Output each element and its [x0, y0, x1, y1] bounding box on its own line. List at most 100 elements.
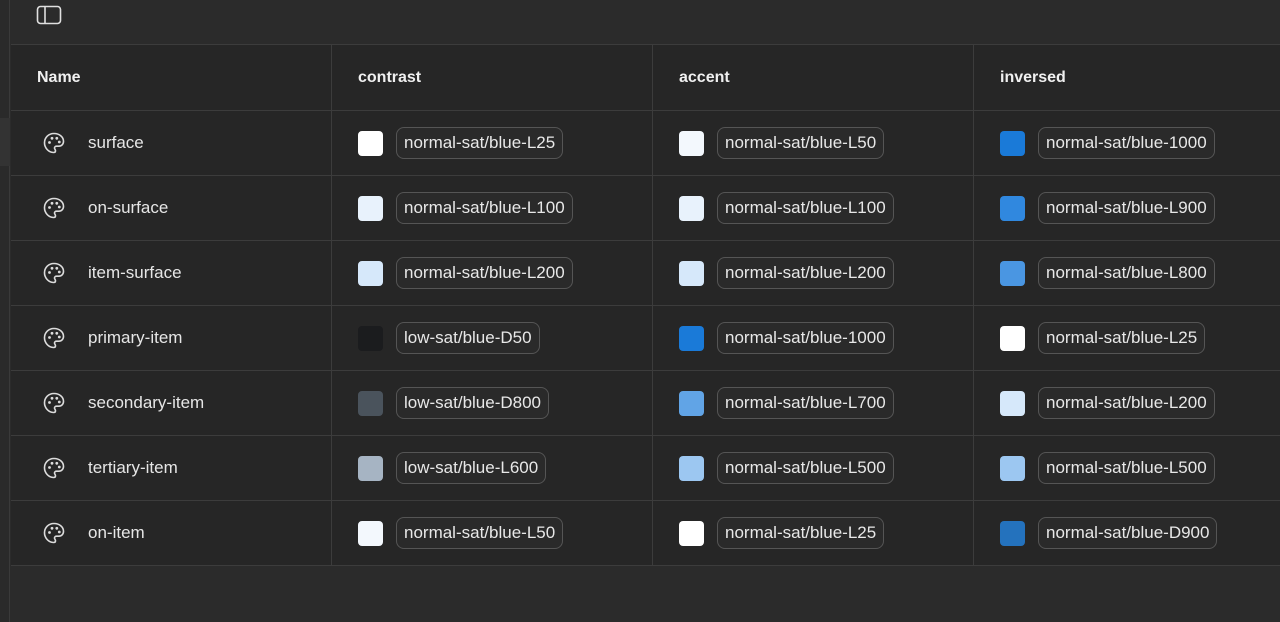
header-name: Name: [37, 68, 81, 86]
inversed-swatch: [1000, 195, 1025, 221]
name-cell: surface: [11, 111, 332, 175]
inversed-cell: normal-sat/blue-L200: [974, 371, 1280, 435]
sidebar-toggle-icon: [36, 5, 62, 25]
contrast-swatch: [358, 130, 383, 156]
contrast-token[interactable]: normal-sat/blue-L25: [396, 127, 564, 159]
palette-icon: [42, 455, 68, 481]
inversed-token[interactable]: normal-sat/blue-D900: [1038, 517, 1218, 549]
contrast-swatch: [358, 325, 383, 351]
table-row[interactable]: on-surface normal-sat/blue-L100 normal-s…: [11, 176, 1280, 241]
token-table: Name contrast accent inversed surface no…: [11, 45, 1280, 566]
inversed-token[interactable]: normal-sat/blue-1000: [1038, 127, 1215, 159]
accent-token[interactable]: normal-sat/blue-L500: [717, 452, 894, 484]
table-header-row: Name contrast accent inversed: [11, 45, 1280, 111]
inversed-cell: normal-sat/blue-L25: [974, 306, 1280, 370]
header-accent: accent: [679, 68, 730, 86]
row-name: primary-item: [88, 328, 183, 347]
palette-icon: [42, 195, 68, 221]
accent-token[interactable]: normal-sat/blue-L700: [717, 387, 894, 419]
inversed-swatch: [1000, 130, 1025, 156]
header-contrast: contrast: [358, 68, 422, 86]
gutter-marker: [0, 118, 10, 166]
palette-icon: [42, 260, 68, 286]
accent-swatch: [679, 520, 704, 546]
inversed-swatch: [1000, 325, 1025, 351]
row-name: surface: [88, 133, 144, 152]
contrast-cell: low-sat/blue-D800: [332, 371, 653, 435]
accent-cell: normal-sat/blue-L50: [653, 111, 974, 175]
accent-cell: normal-sat/blue-L200: [653, 241, 974, 305]
name-cell: on-surface: [11, 176, 332, 240]
inversed-cell: normal-sat/blue-L900: [974, 176, 1280, 240]
inversed-cell: normal-sat/blue-L500: [974, 436, 1280, 500]
row-name: item-surface: [88, 263, 182, 282]
accent-token[interactable]: normal-sat/blue-1000: [717, 322, 894, 354]
contrast-cell: normal-sat/blue-L100: [332, 176, 653, 240]
contrast-token[interactable]: normal-sat/blue-L100: [396, 192, 573, 224]
inversed-cell: normal-sat/blue-L800: [974, 241, 1280, 305]
name-cell: secondary-item: [11, 371, 332, 435]
accent-cell: normal-sat/blue-L500: [653, 436, 974, 500]
inversed-token[interactable]: normal-sat/blue-L500: [1038, 452, 1215, 484]
palette-icon: [42, 390, 68, 416]
name-cell: tertiary-item: [11, 436, 332, 500]
header-cell[interactable]: accent: [653, 45, 974, 110]
contrast-token[interactable]: low-sat/blue-D50: [396, 322, 540, 354]
contrast-cell: normal-sat/blue-L50: [332, 501, 653, 565]
row-name: tertiary-item: [88, 458, 178, 477]
sidebar-toggle-button[interactable]: [35, 4, 63, 26]
header-cell[interactable]: Name: [11, 45, 332, 110]
table-row[interactable]: primary-item low-sat/blue-D50 normal-sat…: [11, 306, 1280, 371]
inversed-token[interactable]: normal-sat/blue-L25: [1038, 322, 1206, 354]
accent-swatch: [679, 325, 704, 351]
contrast-swatch: [358, 260, 383, 286]
inversed-token[interactable]: normal-sat/blue-L800: [1038, 257, 1215, 289]
accent-token[interactable]: normal-sat/blue-L100: [717, 192, 894, 224]
inversed-swatch: [1000, 520, 1025, 546]
header-cell[interactable]: contrast: [332, 45, 653, 110]
contrast-cell: low-sat/blue-L600: [332, 436, 653, 500]
contrast-token[interactable]: normal-sat/blue-L50: [396, 517, 564, 549]
accent-cell: normal-sat/blue-L100: [653, 176, 974, 240]
contrast-token[interactable]: low-sat/blue-L600: [396, 452, 547, 484]
name-cell: on-item: [11, 501, 332, 565]
accent-token[interactable]: normal-sat/blue-L200: [717, 257, 894, 289]
name-cell: primary-item: [11, 306, 332, 370]
palette-icon: [42, 520, 68, 546]
contrast-token[interactable]: normal-sat/blue-L200: [396, 257, 573, 289]
table-row[interactable]: secondary-item low-sat/blue-D800 normal-…: [11, 371, 1280, 436]
table-row[interactable]: item-surface normal-sat/blue-L200 normal…: [11, 241, 1280, 306]
toolbar: [11, 0, 1280, 45]
inversed-token[interactable]: normal-sat/blue-L900: [1038, 192, 1215, 224]
contrast-swatch: [358, 455, 383, 481]
table-row[interactable]: surface normal-sat/blue-L25 normal-sat/b…: [11, 111, 1280, 176]
accent-token[interactable]: normal-sat/blue-L25: [717, 517, 885, 549]
inversed-swatch: [1000, 260, 1025, 286]
accent-swatch: [679, 130, 704, 156]
accent-token[interactable]: normal-sat/blue-L50: [717, 127, 885, 159]
accent-cell: normal-sat/blue-L700: [653, 371, 974, 435]
accent-swatch: [679, 195, 704, 221]
table-row[interactable]: tertiary-item low-sat/blue-L600 normal-s…: [11, 436, 1280, 501]
contrast-swatch: [358, 195, 383, 221]
left-gutter: [0, 0, 10, 622]
row-name: on-surface: [88, 198, 169, 217]
inversed-token[interactable]: normal-sat/blue-L200: [1038, 387, 1215, 419]
inversed-cell: normal-sat/blue-D900: [974, 501, 1280, 565]
header-inversed: inversed: [1000, 68, 1066, 86]
table-row[interactable]: on-item normal-sat/blue-L50 normal-sat/b…: [11, 501, 1280, 566]
accent-cell: normal-sat/blue-L25: [653, 501, 974, 565]
palette-icon: [42, 130, 68, 156]
contrast-swatch: [358, 390, 383, 416]
header-cell[interactable]: inversed: [974, 45, 1280, 110]
contrast-swatch: [358, 520, 383, 546]
contrast-token[interactable]: low-sat/blue-D800: [396, 387, 550, 419]
accent-swatch: [679, 455, 704, 481]
accent-cell: normal-sat/blue-1000: [653, 306, 974, 370]
row-name: secondary-item: [88, 393, 205, 412]
name-cell: item-surface: [11, 241, 332, 305]
palette-icon: [42, 325, 68, 351]
inversed-swatch: [1000, 455, 1025, 481]
contrast-cell: low-sat/blue-D50: [332, 306, 653, 370]
row-name: on-item: [88, 523, 145, 542]
